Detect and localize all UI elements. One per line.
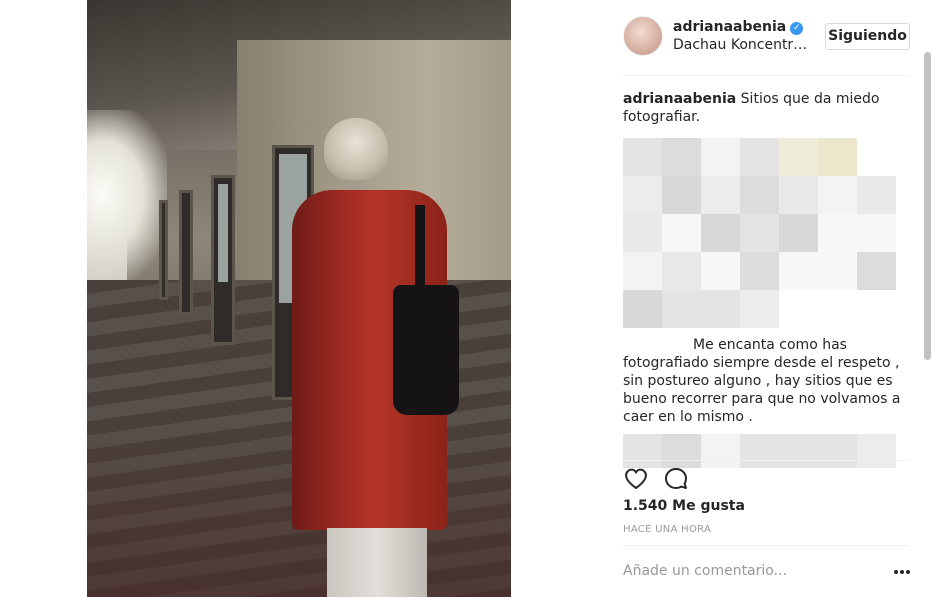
more-options-icon[interactable]: [894, 570, 910, 576]
post-header: adrianaabenia ✓ Dachau Koncentr… Siguiend…: [623, 16, 910, 58]
comment-input[interactable]: [623, 562, 883, 580]
caption-username[interactable]: adrianaabenia: [623, 91, 736, 107]
photo-light: [87, 110, 167, 280]
blurred-comment-block: [623, 434, 912, 468]
verified-badge-icon: ✓: [790, 22, 804, 35]
photo-door: [179, 190, 193, 315]
location-link[interactable]: Dachau Koncentr…: [673, 37, 813, 53]
photo-door: [211, 175, 235, 345]
username-text[interactable]: adrianaabenia: [673, 19, 786, 35]
heart-icon[interactable]: [623, 466, 649, 492]
post-timestamp[interactable]: HACE UNA HORA: [623, 524, 711, 535]
photo-door: [159, 200, 168, 300]
instagram-post-view: adrianaabenia ✓ Dachau Koncentr… Siguiend…: [0, 0, 932, 597]
post-sidebar: adrianaabenia ✓ Dachau Koncentr… Siguiend…: [611, 0, 932, 597]
avatar[interactable]: [623, 16, 663, 56]
likes-count[interactable]: 1.540 Me gusta: [623, 498, 745, 514]
blurred-comment-block: [623, 138, 912, 328]
photo-blonde-hair: [324, 118, 388, 180]
comments-divider: [623, 460, 910, 461]
comment-text: Me encanta como has fotografiado siempre…: [623, 337, 901, 425]
comment-bubble-icon[interactable]: [663, 466, 689, 492]
header-divider: [623, 75, 910, 76]
photo-bag-strap: [415, 205, 425, 295]
post-photo[interactable]: [87, 0, 511, 597]
scrollbar[interactable]: [924, 52, 931, 360]
username-link[interactable]: adrianaabenia ✓: [673, 19, 804, 35]
post-actions: [623, 466, 910, 492]
input-divider: [623, 545, 910, 546]
comments-list: adrianaabenia Sitios que da miedo fotogr…: [623, 90, 912, 468]
following-button[interactable]: Siguiendo: [825, 23, 910, 50]
photo-legs: [327, 528, 427, 597]
photo-black-bag: [393, 285, 459, 415]
caption: adrianaabenia Sitios que da miedo fotogr…: [623, 90, 912, 126]
